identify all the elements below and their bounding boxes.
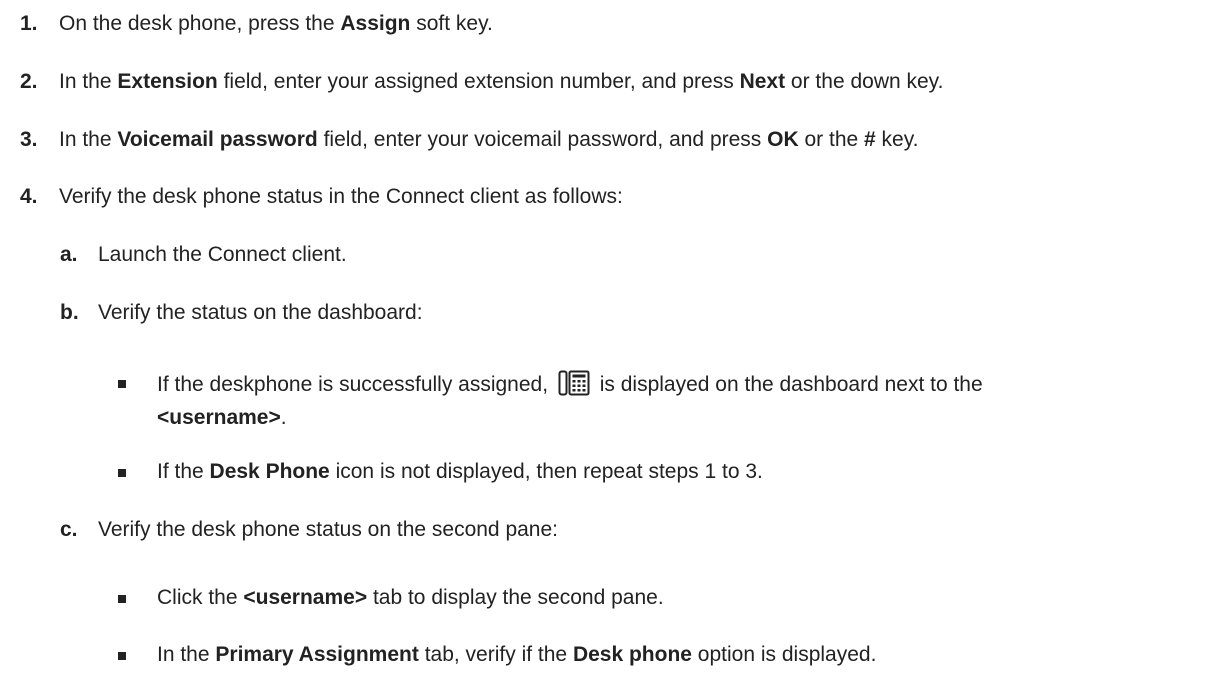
step-number: 2. bbox=[20, 70, 38, 93]
step-text: In the Extension field, enter your assig… bbox=[59, 70, 944, 93]
substep-letter: c. bbox=[60, 518, 78, 541]
step-number: 1. bbox=[20, 12, 38, 35]
substep-letter: b. bbox=[60, 301, 79, 324]
bullet-text: If the Desk Phone icon is not displayed,… bbox=[157, 460, 763, 483]
step-text: On the desk phone, press the Assign soft… bbox=[59, 12, 493, 35]
bullet-marker bbox=[118, 595, 126, 603]
step-number: 3. bbox=[20, 128, 38, 151]
bullet-text: <username>. bbox=[157, 406, 287, 429]
bullet-text: If the deskphone is successfully assigne… bbox=[157, 370, 983, 398]
document: 1. On the desk phone, press the Assign s… bbox=[0, 0, 1215, 679]
substep-text: Verify the desk phone status on the seco… bbox=[98, 518, 558, 541]
step-number: 4. bbox=[20, 185, 38, 208]
step-text: In the Voicemail password field, enter y… bbox=[59, 128, 919, 151]
substep-text: Launch the Connect client. bbox=[98, 243, 347, 266]
substep-text: Verify the status on the dashboard: bbox=[98, 301, 423, 324]
step-text: Verify the desk phone status in the Conn… bbox=[59, 185, 623, 208]
bullet-marker bbox=[118, 469, 126, 477]
desk-phone-icon bbox=[558, 370, 590, 396]
substep-letter: a. bbox=[60, 243, 78, 266]
bullet-text: Click the <username> tab to display the … bbox=[157, 586, 664, 609]
bullet-marker bbox=[118, 652, 126, 660]
bullet-text: In the Primary Assignment tab, verify if… bbox=[157, 643, 877, 666]
bullet-marker bbox=[118, 380, 126, 388]
